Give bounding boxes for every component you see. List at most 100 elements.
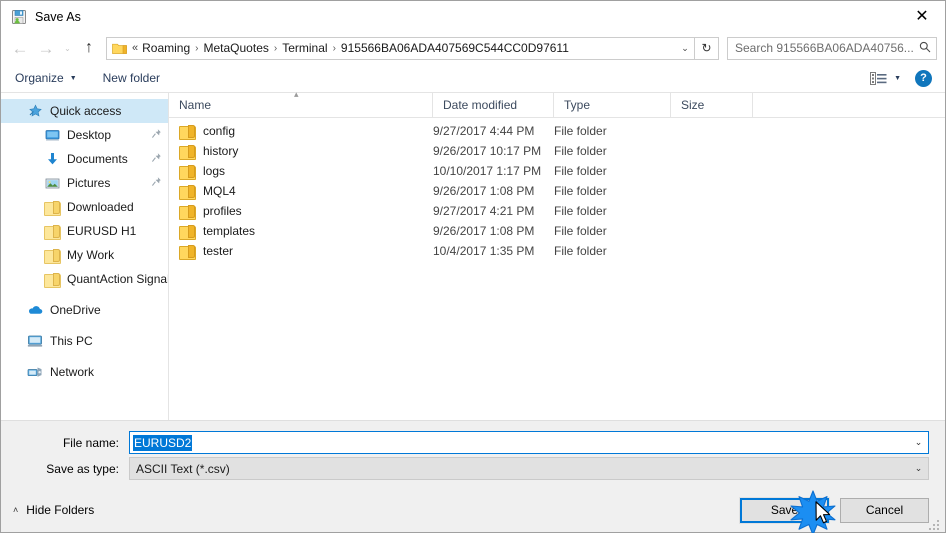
folder-icon [179, 204, 196, 220]
sidebar-item-eurusd-h1[interactable]: EURUSD H1 [1, 219, 168, 243]
file-type-cell: File folder [554, 204, 607, 218]
sidebar-item-label: OneDrive [50, 303, 101, 317]
table-row[interactable]: history 9/26/2017 10:17 PM File folder [169, 141, 945, 161]
search-input[interactable]: Search 915566BA06ADA40756... [727, 36, 937, 60]
close-button[interactable]: ✕ [899, 1, 945, 32]
folder-icon [179, 184, 196, 200]
save-button[interactable]: Save [739, 496, 830, 524]
column-header-date-modified[interactable]: Date modified [433, 92, 554, 118]
breadcrumb-metaquotes[interactable]: MetaQuotes [204, 41, 269, 55]
chevron-down-icon: ▼ [69, 74, 77, 82]
sidebar-item-this-pc[interactable]: This PC [1, 329, 168, 353]
table-row[interactable]: config 9/27/2017 4:44 PM File folder [169, 121, 945, 141]
filename-row: File name: EURUSD2 ⌄ [17, 431, 929, 454]
column-header-row: ▴ Name Date modified Type Size [169, 89, 945, 118]
window-title: Save As [35, 9, 81, 24]
dialog-body: Quick access Desktop Documents Pictures … [1, 89, 945, 420]
filename-input[interactable]: EURUSD2 ⌄ [129, 431, 929, 454]
file-name-label: tester [203, 244, 234, 258]
column-header-name[interactable]: Name [169, 92, 433, 118]
sidebar-item-quick-access[interactable]: Quick access [1, 99, 168, 123]
pin-icon[interactable] [151, 128, 162, 142]
table-row[interactable]: templates 9/26/2017 1:08 PM File folder [169, 221, 945, 241]
pictures-icon [44, 175, 60, 191]
chevron-down-icon[interactable]: ⌄ [909, 463, 928, 474]
sidebar-divider [1, 322, 168, 329]
file-name-cell: logs [169, 164, 433, 180]
sidebar-divider [1, 291, 168, 298]
breadcrumb-separator-icon: › [273, 42, 278, 54]
file-date-cell: 9/26/2017 10:17 PM [433, 144, 542, 158]
table-row[interactable]: MQL4 9/26/2017 1:08 PM File folder [169, 181, 945, 201]
hide-folders-button[interactable]: ˄ Hide Folders [13, 503, 94, 517]
table-row[interactable]: tester 10/4/2017 1:35 PM File folder [169, 241, 945, 261]
breadcrumb-terminal[interactable]: Terminal [282, 41, 327, 55]
folder-icon [179, 224, 196, 240]
sidebar-item-pictures[interactable]: Pictures [1, 171, 168, 195]
sidebar-item-desktop[interactable]: Desktop [1, 123, 168, 147]
file-date-cell: 9/27/2017 4:21 PM [433, 204, 535, 218]
filetype-value: ASCII Text (*.csv) [136, 461, 230, 476]
view-layout-button[interactable]: ▼ [870, 71, 901, 85]
breadcrumb-roaming[interactable]: Roaming [142, 41, 190, 55]
help-icon[interactable]: ? [915, 69, 932, 87]
refresh-icon[interactable]: ↻ [695, 36, 719, 60]
navigation-sidebar: Quick access Desktop Documents Pictures … [1, 93, 169, 420]
this-pc-icon [27, 333, 43, 349]
forward-arrow-icon[interactable]: → [33, 35, 59, 61]
file-date-cell: 10/4/2017 1:35 PM [433, 244, 535, 258]
file-type-cell: File folder [554, 244, 607, 258]
network-icon [27, 364, 43, 380]
back-arrow-icon[interactable]: ← [7, 35, 33, 61]
table-row[interactable]: profiles 9/27/2017 4:21 PM File folder [169, 201, 945, 221]
filetype-select[interactable]: ASCII Text (*.csv) ⌄ [129, 457, 929, 480]
organize-button[interactable]: Organize ▼ [15, 71, 77, 85]
recent-locations-icon[interactable]: ⌄ [59, 35, 76, 61]
breadcrumb-overflow-icon[interactable]: « [132, 42, 142, 54]
folder-icon [179, 124, 196, 140]
file-name-cell: templates [169, 224, 433, 240]
chevron-down-icon[interactable]: ⌄ [909, 437, 928, 448]
file-list-pane: ▴ Name Date modified Type Size config 9/… [169, 89, 945, 420]
quick-access-star-icon [27, 103, 43, 119]
file-name-label: MQL4 [203, 184, 236, 198]
folder-icon [179, 144, 196, 160]
file-name-cell: history [169, 144, 433, 160]
sidebar-item-network[interactable]: Network [1, 360, 168, 384]
title-bar: Save As ✕ [1, 1, 945, 32]
file-name-cell: tester [169, 244, 433, 260]
toolbar-right-group: ▼ ? [870, 69, 945, 87]
sidebar-item-my-work[interactable]: My Work [1, 243, 168, 267]
new-folder-button[interactable]: New folder [103, 71, 160, 85]
sidebar-item-quantaction-signal[interactable]: QuantAction Signal [1, 267, 168, 291]
desktop-monitor-icon [44, 127, 60, 143]
onedrive-cloud-icon [27, 302, 43, 318]
command-toolbar: Organize ▼ New folder ▼ ? [1, 64, 945, 93]
pin-icon[interactable] [151, 152, 162, 166]
sidebar-item-label: Network [50, 365, 95, 379]
chevron-down-icon[interactable]: ⌄ [676, 43, 694, 54]
sidebar-item-onedrive[interactable]: OneDrive [1, 298, 168, 322]
resize-grip-icon[interactable] [929, 517, 942, 530]
folder-icon [44, 271, 61, 288]
sidebar-item-documents[interactable]: Documents [1, 147, 168, 171]
table-row[interactable]: logs 10/10/2017 1:17 PM File folder [169, 161, 945, 181]
sidebar-item-label: Downloaded [67, 200, 134, 214]
folder-icon [179, 164, 196, 180]
column-header-size[interactable]: Size [671, 92, 753, 118]
sidebar-item-label: Pictures [67, 176, 111, 190]
column-header-filler [753, 93, 945, 118]
chevron-up-icon: ˄ [13, 505, 19, 515]
cancel-button[interactable]: Cancel [840, 497, 929, 523]
address-bar[interactable]: « Roaming › MetaQuotes › Terminal › 9155… [106, 36, 695, 60]
breadcrumb-terminal-id[interactable]: 915566BA06ADA407569C544CC0D97611 [341, 41, 676, 55]
up-arrow-icon[interactable]: ↑ [76, 35, 102, 61]
column-header-type[interactable]: Type [554, 92, 671, 118]
sidebar-item-label: Quick access [50, 104, 122, 118]
filetype-label: Save as type: [46, 461, 119, 476]
file-name-label: profiles [203, 204, 242, 218]
pin-icon[interactable] [151, 176, 162, 190]
sidebar-item-downloaded[interactable]: Downloaded [1, 195, 168, 219]
file-name-label: logs [203, 164, 226, 178]
sidebar-item-label: Documents [67, 152, 128, 166]
